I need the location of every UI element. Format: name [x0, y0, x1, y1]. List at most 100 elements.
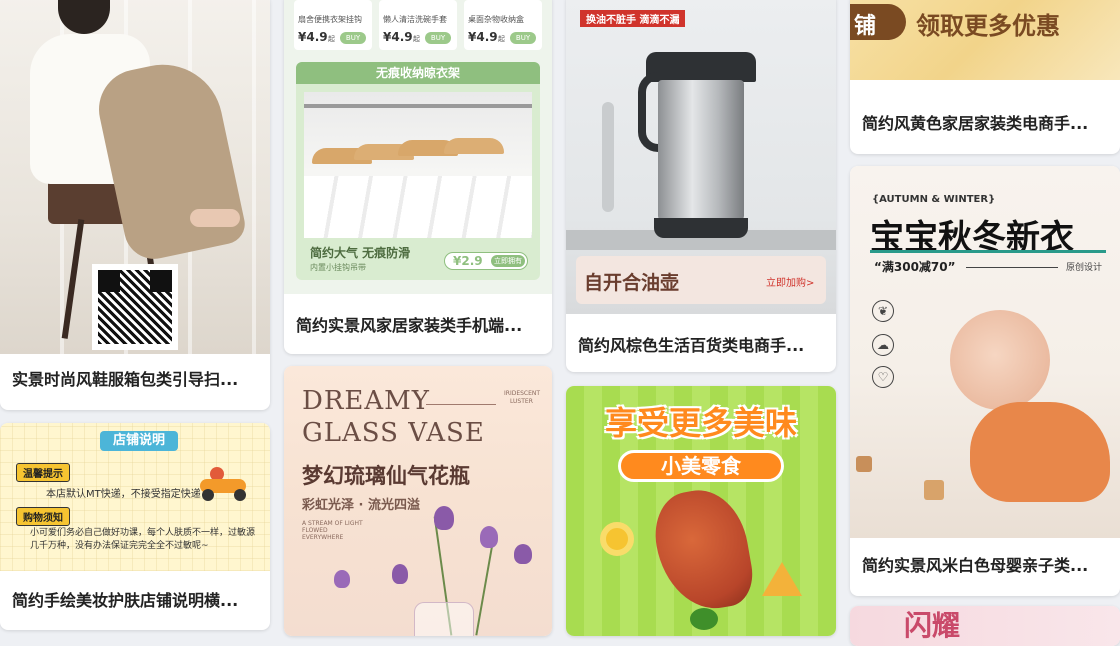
title-cn: 梦幻琉璃仙气花瓶 [302, 464, 470, 488]
notice-label: 购物须知 [16, 507, 70, 526]
product-info-bar: 自开合油壶 立即加购> [576, 256, 826, 304]
rail [304, 104, 532, 108]
hanger [444, 138, 504, 154]
card-caption: 简约风棕色生活百货类电商手... [578, 336, 805, 355]
template-card-home[interactable]: 扇舍便携衣架挂钩 ¥4.9 起 BUY 懒人清洁洗碗手套 ¥4.9 起 BUY … [284, 0, 552, 354]
wooden-block-icon [924, 480, 944, 500]
card-caption: 简约手绘美妆护肤店铺说明横... [12, 591, 239, 610]
snack-pill: 小美零食 [618, 450, 784, 482]
vase-thumbnail[interactable]: DREAMY GLASS VASE IRIDESCENT LUSTER 梦幻琉璃… [284, 366, 552, 636]
template-card-fashion[interactable]: 实景时尚风鞋服箱包类引导扫... [0, 0, 270, 410]
add-to-cart-link[interactable]: 立即加购> [766, 274, 814, 289]
kettle-lid [646, 52, 756, 82]
promo-line [966, 267, 1058, 268]
yellow-thumbnail[interactable]: 铺 领取更多优惠 [850, 0, 1120, 80]
product-price-unit: 起 [498, 35, 505, 43]
flower-icon [392, 564, 408, 584]
snack-chip-icon [600, 522, 634, 556]
product-name: 扇舍便携衣架挂钩 [298, 15, 362, 24]
shop-tag-text: 铺 [854, 14, 877, 39]
buy-button[interactable]: BUY [425, 32, 451, 44]
home-thumbnail[interactable]: 扇舍便携衣架挂钩 ¥4.9 起 BUY 懒人清洁洗碗手套 ¥4.9 起 BUY … [284, 0, 552, 294]
baby-head [950, 310, 1050, 410]
product-tile[interactable]: 扇舍便携衣架挂钩 ¥4.9 起 BUY [294, 0, 372, 50]
fashion-thumbnail[interactable] [0, 0, 270, 354]
template-card-beauty[interactable]: 店铺说明 温馨提示 本店默认MT快递，不接受指定快递 购物须知 小可爱们务必自己… [0, 423, 270, 630]
title-en: DREAMY [302, 386, 430, 416]
card-caption: 简约实景风家居家装类手机端... [296, 316, 523, 335]
baby-body [970, 402, 1110, 502]
season-label: {AUTUMN & WINTER} [872, 194, 996, 205]
template-card-snack[interactable]: 享受更多美味 小美零食 [566, 386, 836, 636]
model-feet [190, 209, 240, 227]
cloud-icon: ☁ [872, 334, 894, 356]
shop-tag: 铺 [850, 4, 906, 40]
price-value: ¥2.9 [453, 254, 483, 268]
small-en: FLOWED [302, 527, 328, 534]
buy-button[interactable]: BUY [340, 32, 366, 44]
baby-thumbnail[interactable]: {AUTUMN & WINTER} 宝宝秋冬新衣 “满300减70” 原创设计 … [850, 166, 1120, 538]
headline: 享受更多美味 [604, 404, 797, 442]
product-price: ¥4.9 [298, 30, 328, 44]
flower-icon [514, 544, 532, 564]
notice-text: 小可爱们务必自己做好功课，每个人肤质不一样，过敏源几千万种，没有办法保证完完全全… [30, 528, 256, 551]
price-tag: ¥2.9 立即拥有 [444, 252, 528, 270]
product-tile[interactable]: 懒人清洁洗碗手套 ¥4.9 起 BUY [379, 0, 457, 50]
beauty-thumbnail[interactable]: 店铺说明 温馨提示 本店默认MT快递，不接受指定快递 购物须知 小可爱们务必自己… [0, 423, 270, 571]
product-price-unit: 起 [413, 35, 420, 43]
small-en: A STREAM OF LIGHT [302, 520, 363, 527]
kettle-thumbnail[interactable]: 换油不脏手 滴滴不漏 自开合油壶 立即加购> [566, 0, 836, 314]
product-tile[interactable]: 桌面杂物收纳盒 ¥4.9 起 BUY [464, 0, 542, 50]
qr-code-icon [92, 264, 178, 350]
delivery-scooter-icon [200, 467, 250, 501]
promo-tag: 换油不脏手 滴滴不漏 [580, 10, 686, 27]
buy-button[interactable]: BUY [510, 32, 536, 44]
leaf-icon: ❦ [872, 300, 894, 322]
pink-thumbnail[interactable]: 闪耀 [850, 606, 1120, 646]
own-now-button[interactable]: 立即拥有 [491, 255, 525, 267]
promo-text: “满300减70” [874, 260, 956, 274]
snack-nacho-icon [762, 562, 802, 596]
slogan: 简约大气 无痕防滑 [310, 246, 411, 260]
template-card-baby[interactable]: {AUTUMN & WINTER} 宝宝秋冬新衣 “满300减70” 原创设计 … [850, 166, 1120, 596]
hanger-panel: 无痕收纳晾衣架 简约大气 无痕防滑 内置小挂钩吊带 ¥2.9 立即拥有 [296, 62, 540, 280]
kettle-base [654, 218, 748, 238]
divider-line [426, 404, 496, 405]
notice-text: 本店默认MT快递，不接受指定快递 [46, 489, 201, 500]
pink-headline: 闪耀 [904, 609, 961, 642]
beauty-banner: 店铺说明 [100, 431, 178, 451]
shirts [304, 176, 532, 238]
template-card-yellow[interactable]: 铺 领取更多优惠 简约风黄色家居家装类电商手... [850, 0, 1120, 154]
hangers-photo [304, 92, 532, 238]
small-en: EVERYWHERE [302, 534, 344, 541]
notice-label: 温馨提示 [16, 463, 70, 482]
snack-thumbnail[interactable]: 享受更多美味 小美零食 [566, 386, 836, 636]
template-card-pink[interactable]: 闪耀 [850, 606, 1120, 646]
product-row: 扇舍便携衣架挂钩 ¥4.9 起 BUY 懒人清洁洗碗手套 ¥4.9 起 BUY … [294, 0, 542, 50]
title-en: GLASS VASE [302, 418, 485, 448]
product-price: ¥4.9 [468, 30, 498, 44]
kettle-body [658, 80, 744, 220]
flower-icon [434, 506, 454, 530]
card-caption: 简约风黄色家居家装类电商手... [862, 114, 1089, 133]
design-label: 原创设计 [1066, 263, 1103, 273]
section-title: 无痕收纳晾衣架 [296, 62, 540, 84]
heart-icon: ♡ [872, 366, 894, 388]
product-price-unit: 起 [328, 35, 335, 43]
slogan-sub: 内置小挂钩吊带 [310, 263, 366, 272]
snack-jerky [648, 483, 758, 617]
coupon-text: 领取更多优惠 [916, 12, 1060, 40]
wooden-block-icon [856, 456, 872, 472]
template-card-kettle[interactable]: 换油不脏手 滴滴不漏 自开合油壶 立即加购> 简约风棕色生活百货类电商手... [566, 0, 836, 372]
side-en: LUSTER [510, 398, 533, 405]
side-en: IRIDESCENT [504, 390, 541, 397]
faucet [602, 102, 614, 212]
snack-broccoli [690, 608, 718, 630]
flower-icon [480, 526, 498, 548]
flower-icon [334, 570, 350, 588]
template-card-vase[interactable]: DREAMY GLASS VASE IRIDESCENT LUSTER 梦幻琉璃… [284, 366, 552, 636]
product-price: ¥4.9 [383, 30, 413, 44]
flower-stem [475, 536, 495, 636]
product-name: 懒人清洁洗碗手套 [383, 15, 447, 24]
product-name: 桌面杂物收纳盒 [468, 15, 524, 24]
